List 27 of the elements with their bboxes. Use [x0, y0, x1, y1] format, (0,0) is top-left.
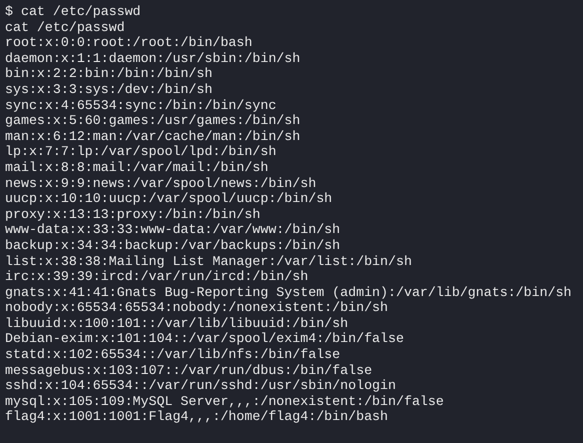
terminal-line: root:x:0:0:root:/root:/bin/bash [5, 35, 252, 51]
terminal-line: news:x:9:9:news:/var/spool/news:/bin/sh [5, 176, 316, 192]
terminal-line: backup:x:34:34:backup:/var/backups:/bin/sh [5, 238, 340, 254]
terminal-line: Debian-exim:x:101:104::/var/spool/exim4:/bin/false [5, 331, 404, 348]
terminal-line: sync:x:4:65534:sync:/bin:/bin/sync [5, 98, 276, 114]
terminal-line: mysql:x:105:109:MySQL Server,,,:/nonexistent:/bin/false [5, 394, 444, 410]
terminal-line: nobody:x:65534:65534:nobody:/nonexistent:/bin/sh [5, 300, 388, 316]
terminal-line: list:x:38:38:Mailing List Manager:/var/list:/bin/sh [5, 254, 412, 270]
terminal-line: games:x:5:60:games:/usr/games:/bin/sh [5, 113, 300, 129]
terminal-line: libuuid:x:100:101::/var/lib/libuuid:/bin/sh [5, 316, 348, 332]
terminal-line: daemon:x:1:1:daemon:/usr/sbin:/bin/sh [5, 50, 300, 66]
terminal-line: messagebus:x:103:107::/var/run/dbus:/bin/false [5, 362, 372, 378]
terminal-line: gnats:x:41:41:Gnats Bug-Reporting System (admin):/var/lib/gnats:/bin/sh [5, 284, 572, 300]
terminal-line: www-data:x:33:33:www-data:/var/www:/bin/sh [5, 222, 340, 238]
terminal-line: bin:x:2:2:bin:/bin:/bin/sh [5, 66, 212, 82]
terminal-line: $ cat /etc/passwd [5, 4, 141, 20]
terminal-line: uucp:x:10:10:uucp:/var/spool/uucp:/bin/sh [5, 191, 332, 207]
terminal-line: sys:x:3:3:sys:/dev:/bin/sh [5, 82, 212, 98]
terminal-line: flag4:x:1001:1001:Flag4,,,:/home/flag4:/bin/bash [5, 409, 388, 426]
terminal-line: sshd:x:104:65534::/var/run/sshd:/usr/sbin/nologin [5, 378, 396, 394]
terminal-line: statd:x:102:65534::/var/lib/nfs:/bin/false [5, 347, 340, 363]
terminal-line: cat /etc/passwd [5, 20, 125, 36]
terminal-line: mail:x:8:8:mail:/var/mail:/bin/sh [5, 160, 268, 176]
terminal-line: lp:x:7:7:lp:/var/spool/lpd:/bin/sh [5, 144, 276, 160]
terminal-line: irc:x:39:39:ircd:/var/run/ircd:/bin/sh [5, 269, 308, 285]
terminal-line: proxy:x:13:13:proxy:/bin:/bin/sh [5, 206, 260, 222]
terminal-line: man:x:6:12:man:/var/cache/man:/bin/sh [5, 128, 300, 144]
